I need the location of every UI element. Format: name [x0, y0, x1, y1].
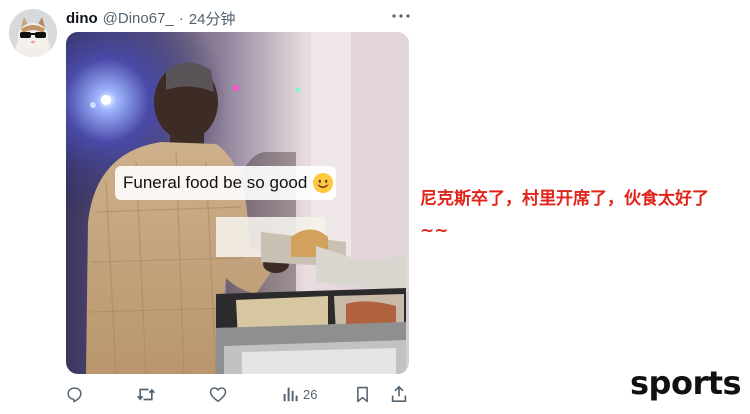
post-timestamp[interactable]: 24分钟 — [189, 8, 236, 29]
reply-button[interactable] — [66, 382, 83, 406]
author-handle[interactable]: @Dino67_ — [103, 10, 174, 27]
bookmark-button[interactable] — [355, 382, 370, 406]
cat-sunglasses-avatar-image — [9, 9, 57, 57]
views-count: 26 — [303, 386, 318, 402]
share-upload-icon — [391, 385, 407, 402]
header-separator: · — [178, 9, 184, 27]
tweet-header: dino @Dino67_ · 24分钟 — [66, 7, 235, 29]
views-button[interactable]: 26 — [282, 382, 317, 406]
tweet-action-bar: 26 — [66, 382, 412, 406]
video-caption-text: Funeral food be so good — [123, 173, 308, 192]
author-name[interactable]: dino — [66, 10, 98, 27]
video-caption-overlay: Funeral food be so good — [115, 166, 336, 200]
bar-chart-icon — [283, 387, 298, 402]
speech-bubble-icon — [67, 386, 82, 402]
more-options-icon[interactable] — [390, 9, 412, 23]
retweet-button[interactable] — [136, 382, 156, 406]
smiling-face-emoji-icon — [313, 173, 334, 193]
watermark-logo: sports — [630, 364, 742, 402]
tweet-card[interactable]: dino @Dino67_ · 24分钟 Funeral food be so … — [0, 0, 420, 414]
annotation-text: 尼克斯卒了，村里开席了，伙食太好了~~ — [420, 189, 709, 241]
retweet-arrows-icon — [137, 388, 155, 400]
post-media-image[interactable]: Funeral food be so good — [66, 32, 409, 374]
buffet-scene-image — [66, 32, 409, 374]
like-button[interactable] — [209, 382, 227, 406]
bookmark-icon — [357, 386, 368, 402]
heart-icon — [209, 386, 227, 402]
avatar[interactable] — [9, 9, 57, 57]
share-button[interactable] — [391, 382, 407, 406]
